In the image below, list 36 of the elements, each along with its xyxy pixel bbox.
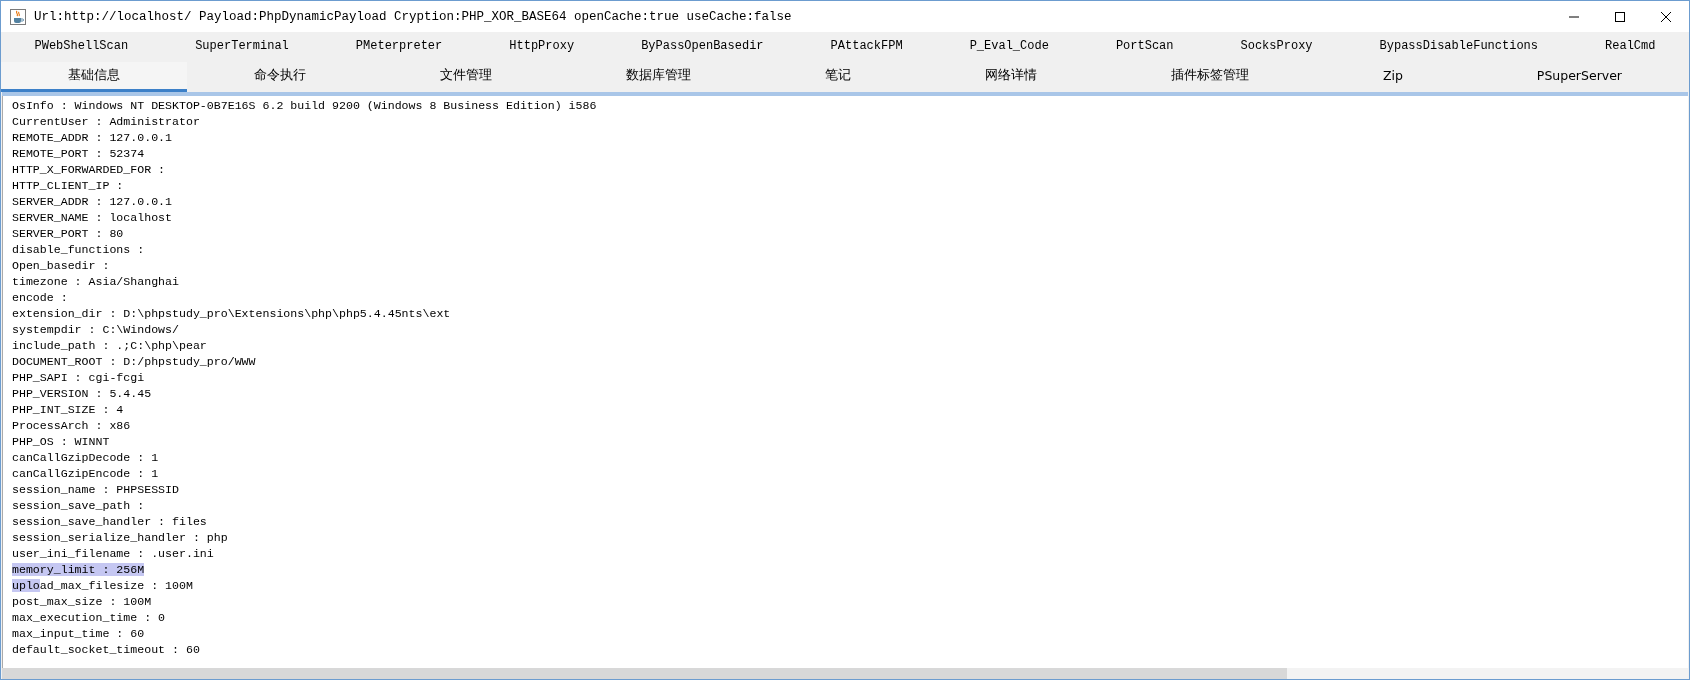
- text-line: PHP_SAPI : cgi-fcgi: [12, 370, 145, 386]
- text-line: OsInfo : Windows NT DESKTOP-0B7E16S 6.2 build 9200 (Windows 8 Business Edition) i586: [12, 98, 597, 114]
- text-line: user_ini_filename : .user.ini: [12, 546, 214, 562]
- text-line: SERVER_ADDR : 127.0.0.1: [12, 194, 173, 210]
- text-line: max_execution_time : 0: [12, 610, 166, 626]
- text-line: session_save_path :: [12, 498, 145, 514]
- text-line: timezone : Asia/Shanghai: [12, 274, 179, 290]
- text-line: session_name : PHPSESSID: [12, 482, 179, 498]
- text-line: upload_max_filesize : 100M: [12, 578, 193, 594]
- text-line: Open_basedir :: [12, 258, 110, 274]
- text-line: canCallGzipEncode : 1: [12, 466, 159, 482]
- text-line: session_serialize_handler : php: [12, 530, 228, 546]
- text-line: REMOTE_ADDR : 127.0.0.1: [12, 130, 173, 146]
- main-tab[interactable]: 基础信息: [1, 62, 187, 92]
- text-line: systempdir : C:\Windows/: [12, 322, 179, 338]
- text-line: SERVER_NAME : localhost: [12, 210, 173, 226]
- text-line: post_max_size : 100M: [12, 594, 152, 610]
- text-line: canCallGzipDecode : 1: [12, 450, 159, 466]
- text-line: HTTP_CLIENT_IP :: [12, 178, 124, 194]
- text-line: ProcessArch : x86: [12, 418, 131, 434]
- text-line: PHP_OS : WINNT: [12, 434, 110, 450]
- text-line: extension_dir : D:\phpstudy_pro\Extensions\php\php5.4.45nts\ext: [12, 306, 451, 322]
- text-line: disable_functions :: [12, 242, 145, 258]
- text-line: SERVER_PORT : 80: [12, 226, 124, 242]
- text-line: DOCUMENT_ROOT : D:/phpstudy_pro/WWW: [12, 354, 256, 370]
- text-line: PHP_INT_SIZE : 4: [12, 402, 124, 418]
- text-line: PHP_VERSION : 5.4.45: [12, 386, 152, 402]
- window-title: Url:http://localhost/ Payload:PhpDynamicPayload Cryption:PHP_XOR_BASE64 openCache:true useCache:false: [34, 9, 792, 24]
- text-line: include_path : .;C:\php\pear: [12, 338, 207, 354]
- text-line: default_socket_timeout : 60: [12, 642, 200, 658]
- text-line: CurrentUser : Administrator: [12, 114, 200, 130]
- text-line: REMOTE_PORT : 52374: [12, 146, 145, 162]
- text-line: max_input_time : 60: [12, 626, 145, 642]
- text-line: HTTP_X_FORWARDED_FOR :: [12, 162, 166, 178]
- text-line: session_save_handler : files: [12, 514, 207, 530]
- text-line: encode :: [12, 290, 68, 306]
